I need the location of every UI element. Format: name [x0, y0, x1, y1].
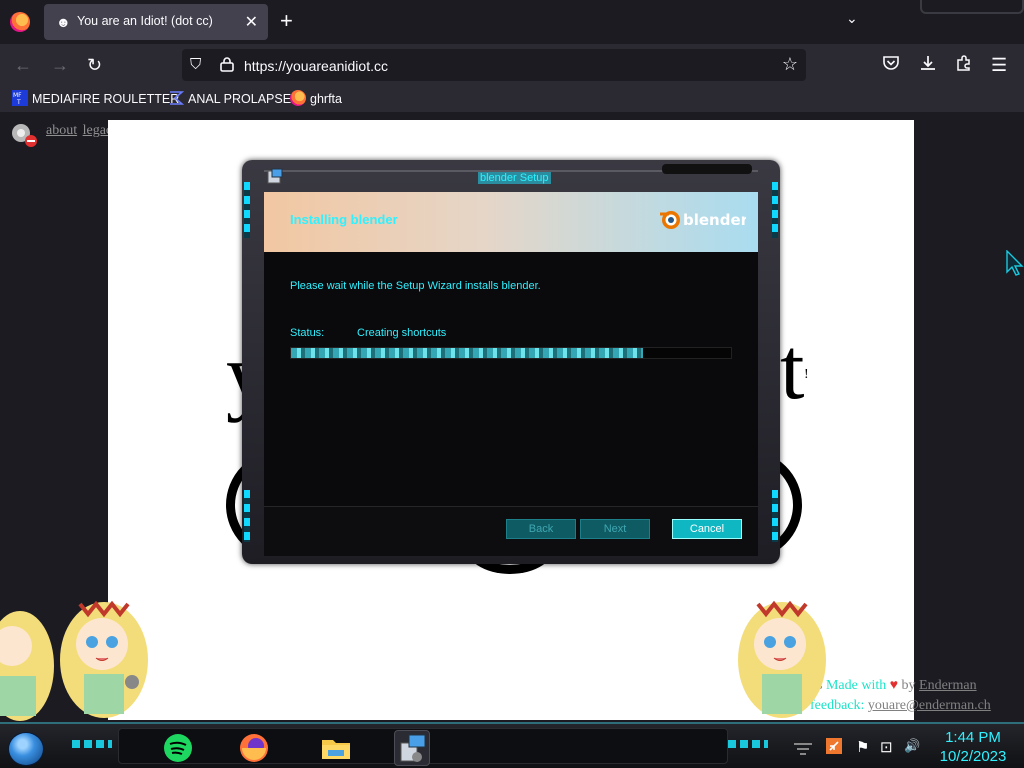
- setup-window-icon[interactable]: [266, 168, 284, 186]
- feedback-email-link[interactable]: youare@enderman.ch: [868, 698, 991, 713]
- forward-button[interactable]: →: [51, 54, 69, 76]
- app-menu-icon[interactable]: ☰: [991, 54, 1007, 76]
- active-tab[interactable]: ☻ You are an Idiot! (dot cc) ✕: [44, 4, 268, 40]
- dialog-edge-light: [772, 182, 778, 238]
- footer-by: by: [901, 678, 916, 693]
- muted-speaker-icon[interactable]: [10, 122, 38, 148]
- navigation-toolbar: ← → ↻ ⛉ https://youareanidiot.cc ☆ ☰: [0, 44, 1024, 86]
- author-link[interactable]: Enderman: [919, 678, 977, 693]
- setup-installer-taskbar-icon[interactable]: [394, 730, 430, 766]
- tab-title: You are an Idiot! (dot cc): [77, 14, 213, 28]
- clock-time: 1:44 PM: [945, 729, 1001, 746]
- tab-favicon-icon: ☻: [56, 14, 71, 30]
- svg-text:T: T: [16, 99, 21, 106]
- bookmark-label: ghrfta: [310, 92, 342, 106]
- bookmark-mediafire-rouletter[interactable]: MF T MEDIAFIRE ROULETTER: [12, 90, 179, 108]
- sigma-bookmark-icon: [170, 91, 184, 105]
- dialog-edge-light: [772, 490, 778, 542]
- status-value: Creating shortcuts: [357, 327, 447, 339]
- dialog-heading: Installing blender: [290, 212, 398, 227]
- cartoon-girl-sticker-right: [738, 600, 826, 718]
- dialog-title-decoration: [662, 164, 752, 174]
- firefox-logo-icon: [10, 12, 30, 32]
- about-link[interactable]: about: [46, 123, 77, 138]
- dialog-button-bar: Back Next Cancel: [264, 506, 758, 556]
- show-hidden-icons-icon[interactable]: [792, 742, 814, 756]
- back-button[interactable]: ←: [14, 54, 32, 76]
- footer-made-with: Made with: [825, 678, 887, 693]
- bookmark-label: MEDIAFIRE ROULETTER: [32, 92, 180, 106]
- new-tab-button[interactable]: +: [280, 8, 293, 34]
- list-all-tabs-icon[interactable]: ⌄: [846, 10, 858, 27]
- url-bar[interactable]: ⛉ https://youareanidiot.cc ☆: [182, 49, 806, 81]
- system-clock[interactable]: 1:44 PM 10/2/2023: [934, 728, 1012, 766]
- heart-icon: ♥: [889, 678, 899, 693]
- spotify-taskbar-icon[interactable]: [160, 730, 196, 766]
- tab-close-icon[interactable]: ✕: [245, 12, 258, 32]
- big-text-exclamation: !: [804, 367, 809, 382]
- titlebar-decoration: [920, 0, 1024, 14]
- install-description: Please wait while the Setup Wizard insta…: [290, 280, 541, 292]
- bookmarks-toolbar: MF T MEDIAFIRE ROULETTER ANAL PROLAPSE ghr…: [0, 86, 1024, 112]
- action-center-flag-icon[interactable]: ⚑: [856, 738, 869, 756]
- back-button[interactable]: Back: [506, 519, 576, 539]
- blender-logo: blender: [658, 206, 749, 237]
- dialog-banner: Installing blender blender: [264, 192, 758, 252]
- dialog-title: blender Setup: [478, 172, 551, 184]
- bookmark-anal-prolapse[interactable]: ANAL PROLAPSE: [168, 90, 291, 108]
- extensions-icon[interactable]: [955, 54, 973, 77]
- status-label: Status:: [290, 327, 325, 339]
- svg-text:MF: MF: [13, 92, 22, 99]
- mediafire-bookmark-icon: MFT: [12, 90, 28, 106]
- taskbar-decoration: [72, 740, 112, 748]
- firefox-taskbar-icon[interactable]: [236, 730, 272, 766]
- volume-icon[interactable]: 🔊: [904, 738, 920, 754]
- taskbar: ⚑ ⊡ 🔊 1:44 PM 10/2/2023: [0, 722, 1024, 768]
- bookmark-label: ANAL PROLAPSE: [188, 92, 292, 106]
- cartoon-girl-sticker-left: [0, 600, 148, 721]
- pocket-icon[interactable]: [882, 54, 900, 79]
- start-button[interactable]: [8, 732, 44, 766]
- cancel-button[interactable]: Cancel: [672, 519, 742, 539]
- taskbar-decoration: [728, 740, 768, 748]
- dialog-edge-light: [244, 182, 250, 238]
- network-icon[interactable]: ⊡: [880, 738, 893, 756]
- tab-bar: ☻ You are an Idiot! (dot cc) ✕ + ⌄: [0, 0, 1024, 44]
- mouse-cursor-icon: [1006, 250, 1024, 276]
- firefox-bookmark-icon: [290, 90, 306, 106]
- bookmark-ghrfta[interactable]: ghrfta: [290, 90, 342, 108]
- file-explorer-taskbar-icon[interactable]: [318, 730, 354, 766]
- dialog-edge-light: [244, 490, 250, 542]
- bookmark-star-icon[interactable]: ☆: [782, 54, 798, 75]
- tray-app-icon[interactable]: [826, 738, 842, 758]
- blender-setup-dialog: blender Setup Installing blender blender…: [242, 160, 780, 564]
- reload-button[interactable]: ↻: [87, 54, 102, 76]
- big-text-right: t: [780, 321, 805, 418]
- install-progress-bar: [290, 347, 732, 359]
- install-progress-fill: [291, 348, 643, 358]
- dialog-body: Please wait while the Setup Wizard insta…: [264, 252, 758, 506]
- url-text[interactable]: https://youareanidiot.cc: [244, 58, 388, 74]
- clock-date: 10/2/2023: [939, 748, 1007, 765]
- lock-icon[interactable]: [220, 56, 234, 75]
- blender-logo-text: blender: [683, 211, 746, 229]
- downloads-icon[interactable]: [919, 54, 937, 77]
- tracking-protection-shield-icon[interactable]: ⛉: [190, 56, 201, 73]
- next-button[interactable]: Next: [580, 519, 650, 539]
